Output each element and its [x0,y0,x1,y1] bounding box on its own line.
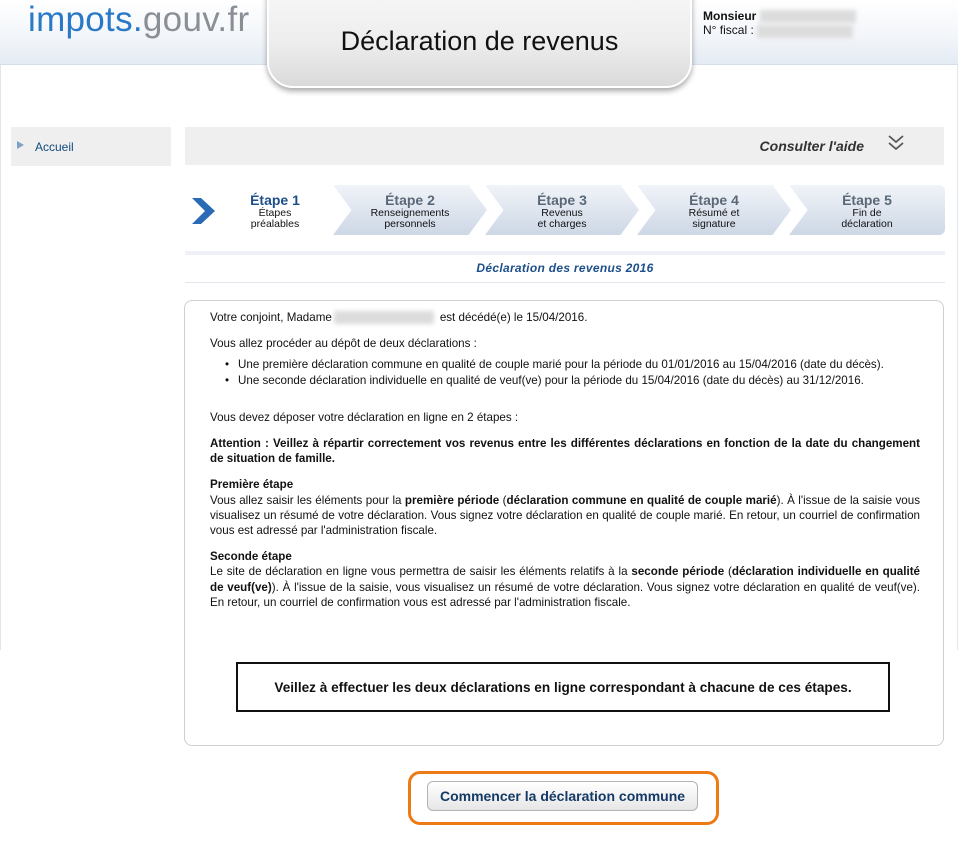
step-1: Étape 1 Étapes préalables [221,185,329,235]
left-border [0,65,1,650]
first-step-title: Première étape [210,478,294,492]
step-title: Étape 1 [250,192,300,208]
current-step-arrow-icon [192,198,215,224]
second-step-block: Seconde étape Le site de déclaration en l… [210,549,920,610]
fiscal-number-label: N° fiscal : [703,23,754,38]
declaration-instructions: Votre conjoint, Madame est décédé(e) le 1… [210,310,920,621]
steps-intro: Vous devez déposer votre déclaration en … [210,410,519,424]
page-title-tab: Déclaration de revenus [267,0,692,88]
step-line-2: déclaration [841,218,893,230]
logo-part-1: impots. [28,0,143,39]
step-line-2: et charges [537,218,587,230]
double-chevron-down-icon[interactable] [886,133,906,153]
impots-gouv-logo[interactable]: impots.gouv.fr [28,0,249,40]
step-title: Étape 4 [689,192,739,208]
first-step-paren: ( [499,493,507,507]
second-step-title: Seconde étape [210,550,292,564]
step-progress: Étape 1 Étapes préalables Étape 2 Rensei… [185,185,945,235]
user-info: Monsieur N° fiscal : [703,9,856,38]
spouse-prefix: Votre conjoint, Madame [210,311,332,324]
start-common-declaration-button[interactable]: Commencer la déclaration commune [427,781,698,811]
second-step-text: Le site de déclaration en ligne vous per… [210,565,632,579]
section-title: Déclaration des revenus 2016 [476,261,654,275]
sidebar-item-label: Accueil [35,140,74,154]
step-line-2: signature [692,218,736,230]
attention-warning: Attention : Veillez à répartir correctem… [210,437,920,466]
second-step-paren: ( [724,565,732,579]
spouse-suffix: est décédé(e) le 15/04/2016. [439,311,588,324]
user-civility: Monsieur [703,9,757,23]
redacted-user-name [759,10,856,24]
step-title: Étape 3 [537,192,587,208]
help-bar: Consulter l'aide [185,127,944,165]
page-title: Déclaration de revenus [340,26,619,56]
sidebar-item-accueil[interactable]: Accueil [11,127,171,166]
first-step-text: Vous allez saisir les éléments pour la [210,493,405,507]
step-3: Étape 3 Revenus et charges [485,185,639,235]
triangle-right-icon [17,141,24,149]
step-5: Étape 5 Fin de déclaration [789,185,945,235]
first-step-declaration-type: déclaration commune en qualité de couple… [506,493,777,507]
consult-help-link[interactable]: Consulter l'aide [760,138,864,154]
step-2: Étape 2 Renseignements personnels [333,185,487,235]
list-item: Une première déclaration commune en qual… [225,357,920,372]
step-4: Étape 4 Résumé et signature [637,185,791,235]
second-step-period: seconde période [631,565,725,579]
divider [185,251,945,255]
redacted-fiscal-number [757,24,854,38]
first-step-block: Première étape Vous allez saisir les élém… [210,477,920,538]
step-title: Étape 2 [385,192,435,208]
redacted-spouse-name [333,311,434,325]
intro-text: Vous allez procéder au dépôt de deux déc… [210,337,477,351]
step-title: Étape 5 [842,192,892,208]
first-step-period: première période [404,493,500,507]
logo-part-2: gouv.fr [142,0,250,39]
divider [185,282,945,283]
step-line-2: préalables [250,218,300,230]
spouse-status: Votre conjoint, Madame est décédé(e) le 1… [210,310,920,325]
important-notice: Veillez à effectuer les deux déclaration… [236,662,890,712]
second-step-text-end: ). À l'issue de la saisie, vous visualis… [210,580,920,609]
list-item: Une seconde déclaration individuelle en … [225,373,920,388]
step-line-2: personnels [384,218,436,230]
declarations-list: Une première déclaration commune en qual… [225,357,920,388]
